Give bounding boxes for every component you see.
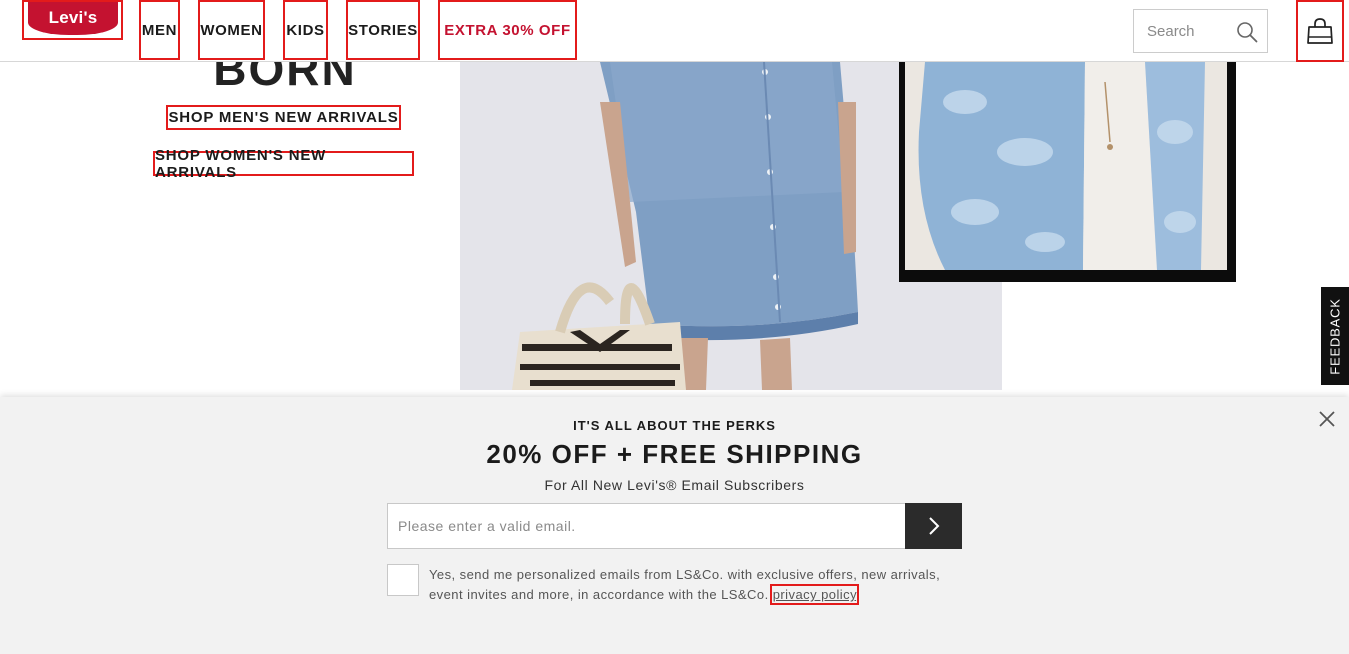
privacy-policy-link[interactable]: privacy policy: [769, 584, 860, 605]
nav-extra-30-off[interactable]: EXTRA 30% OFF: [438, 0, 577, 60]
registered-mark: ®: [109, 2, 116, 12]
shopping-bag-button[interactable]: [1296, 0, 1344, 62]
feedback-tab[interactable]: FEEDBACK: [1321, 287, 1349, 385]
perks-kicker: IT'S ALL ABOUT THE PERKS: [573, 418, 776, 433]
consent-text-end: .: [856, 587, 861, 602]
consent-text: Yes, send me personalized emails from LS…: [429, 565, 969, 605]
shopping-bag-icon: [1307, 18, 1333, 44]
logo-text: Levi's: [48, 8, 98, 27]
email-submit-button[interactable]: [905, 503, 962, 549]
secondary-photo-denim-shirt[interactable]: [899, 62, 1236, 282]
perks-title: 20% OFF + FREE SHIPPING: [486, 439, 863, 469]
nav-kids[interactable]: KIDS: [283, 0, 328, 60]
levis-logo[interactable]: Levi's ®: [22, 0, 123, 40]
perks-subtitle: For All New Levi's® Email Subscribers: [544, 477, 805, 493]
consent-checkbox[interactable]: [387, 564, 419, 596]
search-input[interactable]: [1134, 10, 1234, 52]
search-icon[interactable]: [1236, 21, 1258, 43]
shop-mens-new-arrivals-link[interactable]: SHOP MEN'S NEW ARRIVALS: [166, 105, 401, 130]
consent-text-body: Yes, send me personalized emails from LS…: [429, 567, 941, 602]
email-signup-banner: IT'S ALL ABOUT THE PERKS 20% OFF + FREE …: [0, 397, 1349, 654]
site-header: Levi's ® MEN WOMEN KIDS STORIES EXTRA 30…: [0, 0, 1349, 62]
chevron-right-icon: [928, 517, 939, 535]
email-input[interactable]: [387, 503, 906, 549]
nav-stories[interactable]: STORIES: [346, 0, 420, 60]
nav-women[interactable]: WOMEN: [198, 0, 265, 60]
search-box: [1133, 9, 1268, 53]
feedback-label: FEEDBACK: [1327, 297, 1343, 375]
shop-womens-new-arrivals-link[interactable]: SHOP WOMEN'S NEW ARRIVALS: [153, 147, 414, 181]
secondary-photo-frame: [905, 62, 1227, 270]
nav-men[interactable]: MEN: [139, 0, 180, 60]
denim-shirt-illustration: [905, 62, 1227, 270]
